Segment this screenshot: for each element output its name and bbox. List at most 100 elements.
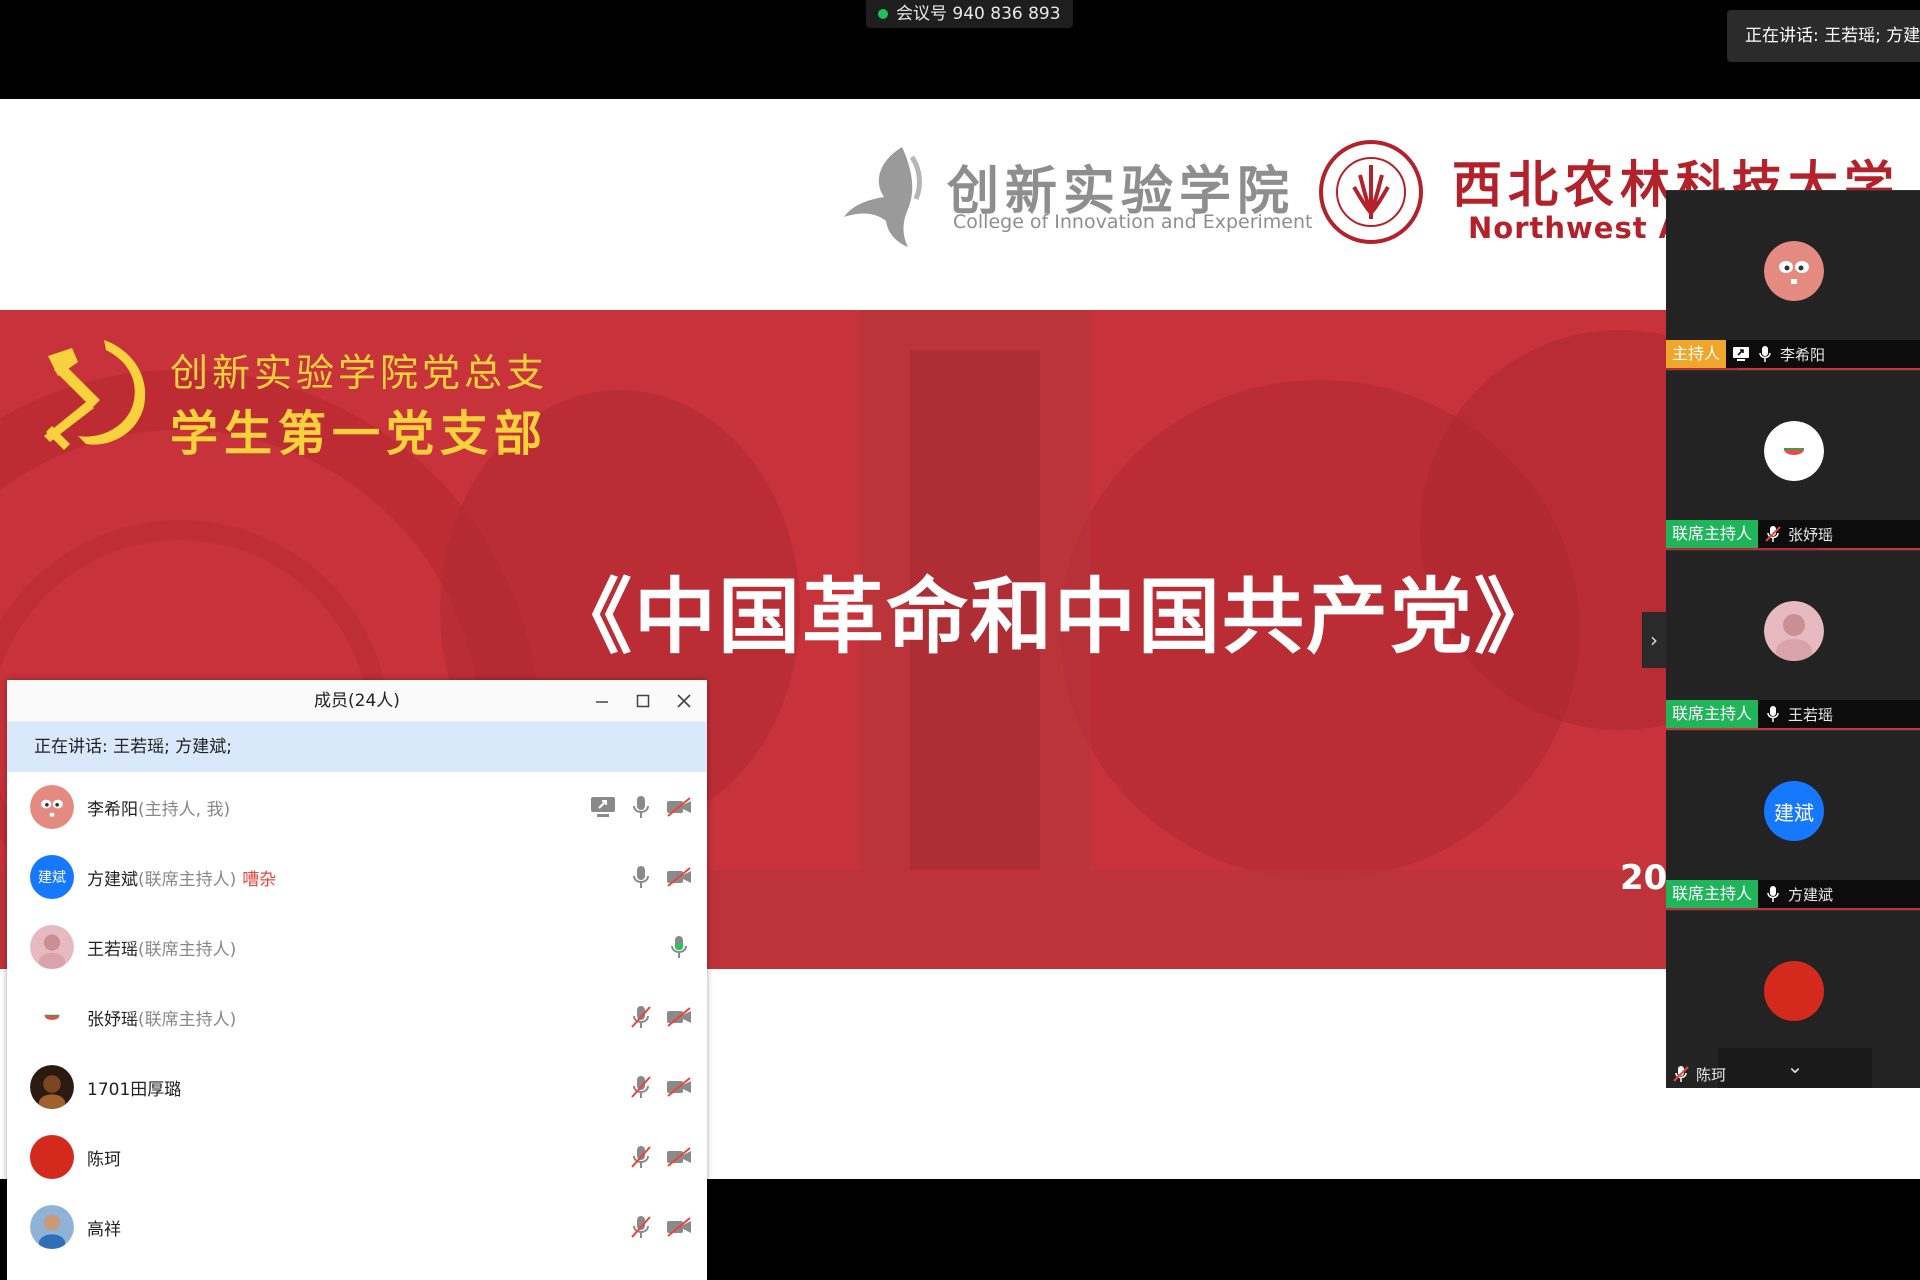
microphone-icon[interactable] [627, 794, 655, 820]
watermelon-avatar-icon [1764, 421, 1824, 481]
list-item[interactable]: 高祥 [7, 1192, 707, 1262]
microphone-muted-icon [1764, 525, 1782, 543]
members-panel: 成员(24人) 正在讲话: 王若瑶; 方建斌; 李希阳(主持人, 我) 建斌 方… [7, 680, 707, 1280]
meeting-id-pill[interactable]: 会议号 940 836 893 [866, 0, 1073, 28]
member-role: (联席主持人) [138, 939, 237, 960]
avatar: 建斌 [1764, 781, 1824, 841]
member-name: 高祥 [87, 1215, 121, 1240]
avatar [1764, 241, 1824, 301]
minimize-icon[interactable] [587, 686, 617, 716]
video-tile[interactable]: 主持人 李希阳 [1666, 190, 1920, 368]
college-logo-icon [844, 147, 922, 247]
member-role: (联席主持人) [138, 1009, 237, 1030]
microphone-muted-icon[interactable] [627, 1004, 655, 1030]
avatar [30, 1205, 74, 1249]
list-item[interactable]: 李希阳(主持人, 我) [7, 772, 707, 842]
list-item[interactable]: 1701田厚璐 [7, 1052, 707, 1122]
slide-date-fragment: 20 [1620, 858, 1668, 898]
microphone-muted-icon[interactable] [627, 1144, 655, 1170]
microphone-active-icon[interactable] [665, 934, 693, 960]
member-role: (联席主持人) [138, 869, 237, 890]
member-name-text: 1701田厚璐 [87, 1079, 182, 1100]
microphone-icon [1756, 345, 1774, 363]
slide-title: 《中国革命和中国共产党》 [550, 570, 1559, 665]
slide-header: 创新实验学院 College of Innovation and Experim… [0, 99, 1920, 310]
participant-name: 张妤瑶 [1788, 525, 1834, 544]
member-name-text: 张妤瑶 [87, 1009, 138, 1030]
noise-badge: 嘈杂 [242, 869, 277, 890]
role-tag: 联席主持人 [1666, 880, 1759, 908]
members-panel-header: 成员(24人) [7, 680, 707, 722]
member-name: 1701田厚璐 [87, 1075, 181, 1100]
close-icon[interactable] [669, 686, 699, 716]
college-name-en: College of Innovation and Experiment [953, 211, 1313, 233]
avatar [30, 925, 74, 969]
participant-name: 陈珂 [1696, 1065, 1727, 1084]
member-controls [627, 1074, 693, 1100]
member-controls [627, 1004, 693, 1030]
member-name-text: 李希阳 [87, 799, 138, 820]
participant-name: 李希阳 [1780, 345, 1826, 364]
camera-off-icon[interactable] [665, 1004, 693, 1030]
role-tag: 主持人 [1666, 340, 1727, 368]
role-tag: 联席主持人 [1666, 520, 1759, 548]
member-name: 王若瑶(联席主持人) [87, 935, 236, 960]
microphone-muted-icon[interactable] [627, 1214, 655, 1240]
member-role: (主持人, 我) [138, 799, 231, 820]
camera-off-icon[interactable] [665, 794, 693, 820]
watermelon-avatar-icon [30, 995, 74, 1039]
participant-name: 方建斌 [1788, 885, 1834, 904]
video-tile-bar: 联席主持人 张妤瑶 [1666, 520, 1920, 548]
screen-share-icon[interactable] [589, 794, 617, 820]
member-list: 李希阳(主持人, 我) 建斌 方建斌(联席主持人) 嘈杂 王若瑶(联席主持人) … [7, 772, 707, 1262]
avatar [1764, 601, 1824, 661]
speaking-toast: 正在讲话: 王若瑶; 方建斌 [1727, 10, 1920, 62]
video-tile-bar: 陈珂 [1666, 1060, 1920, 1088]
member-name: 张妤瑶(联席主持人) [87, 1005, 236, 1030]
photo-avatar-icon [30, 925, 74, 969]
avatar: 建斌 [30, 855, 74, 899]
video-tile-bar: 主持人 李希阳 [1666, 340, 1920, 368]
party-emblem-icon [44, 340, 146, 450]
connection-status-icon [878, 9, 888, 19]
participant-name: 王若瑶 [1788, 705, 1834, 724]
camera-off-icon[interactable] [665, 1144, 693, 1170]
member-controls [589, 794, 693, 820]
member-controls [627, 1214, 693, 1240]
video-tile[interactable]: 建斌 联席主持人 方建斌 [1666, 730, 1920, 908]
chevron-right-icon[interactable]: › [1642, 612, 1666, 668]
maximize-icon[interactable] [628, 686, 658, 716]
video-tile-bar: 联席主持人 王若瑶 [1666, 700, 1920, 728]
role-tag: 联席主持人 [1666, 700, 1759, 728]
list-item[interactable]: 张妤瑶(联席主持人) [7, 982, 707, 1052]
avatar [30, 995, 74, 1039]
photo-avatar-icon [30, 1205, 74, 1249]
member-name-text: 陈珂 [87, 1149, 121, 1170]
avatar [30, 1065, 74, 1109]
microphone-muted-icon [1672, 1065, 1690, 1083]
list-item[interactable]: 王若瑶(联席主持人) [7, 912, 707, 982]
member-controls [627, 1144, 693, 1170]
member-name: 方建斌(联席主持人) 嘈杂 [87, 865, 276, 890]
camera-off-icon[interactable] [665, 1074, 693, 1100]
pink-face-avatar-icon [1764, 241, 1824, 301]
meeting-id-label: 会议号 940 836 893 [896, 4, 1061, 24]
microphone-icon[interactable] [627, 864, 655, 890]
avatar [1764, 421, 1824, 481]
list-item[interactable]: 陈珂 [7, 1122, 707, 1192]
video-tile-bar: 联席主持人 方建斌 [1666, 880, 1920, 908]
university-seal-icon [1319, 140, 1423, 244]
screen-share-icon [1732, 345, 1750, 363]
list-item[interactable]: 建斌 方建斌(联席主持人) 嘈杂 [7, 842, 707, 912]
video-tile[interactable]: ⌄ 陈珂 [1666, 910, 1920, 1088]
photo-avatar-icon [1764, 601, 1824, 661]
avatar [30, 785, 74, 829]
camera-off-icon[interactable] [665, 1214, 693, 1240]
microphone-icon [1764, 885, 1782, 903]
camera-off-icon[interactable] [665, 864, 693, 890]
video-tile[interactable]: 联席主持人 张妤瑶 [1666, 370, 1920, 548]
member-name-text: 高祥 [87, 1219, 121, 1240]
microphone-muted-icon[interactable] [627, 1074, 655, 1100]
pink-face-avatar-icon [30, 785, 74, 829]
video-tile[interactable]: 联席主持人 王若瑶 [1666, 550, 1920, 728]
